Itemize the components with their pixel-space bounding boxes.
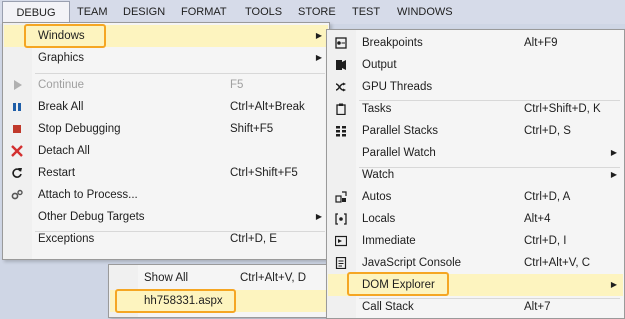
- locals-icon: [335, 213, 347, 225]
- win-item-locals[interactable]: Locals Alt+4: [328, 208, 623, 230]
- menu-team[interactable]: TEAM: [77, 0, 108, 24]
- callout-dom-explorer: [347, 272, 449, 296]
- win-item-gpu-threads[interactable]: GPU Threads: [328, 76, 623, 98]
- menu-test[interactable]: TEST: [352, 0, 380, 24]
- win-item-breakpoints[interactable]: Breakpoints Alt+F9: [328, 32, 623, 54]
- menu-store[interactable]: STORE: [298, 0, 336, 24]
- debug-item-continue[interactable]: Continue F5: [4, 74, 328, 96]
- win-item-parallel-watch-label: Parallel Watch: [362, 147, 436, 159]
- win-item-tasks[interactable]: Tasks Ctrl+Shift+D, K: [328, 98, 623, 120]
- menu-bar: DEBUG TEAM DESIGN FORMAT TOOLS STORE TES…: [0, 0, 625, 24]
- dom-item-show-all-label: Show All: [144, 272, 189, 284]
- parallel-stacks-icon: [336, 126, 346, 137]
- win-item-breakpoints-shortcut: Alt+F9: [524, 37, 558, 49]
- output-icon: [336, 60, 346, 70]
- debug-item-stop-debugging[interactable]: Stop Debugging Shift+F5: [4, 118, 328, 140]
- win-item-javascript-console-label: JavaScript Console: [362, 257, 462, 269]
- debug-item-continue-label: Continue: [38, 79, 85, 91]
- debug-item-graphics[interactable]: Graphics ▶: [4, 47, 328, 69]
- debug-item-restart-label: Restart: [38, 167, 76, 179]
- breakpoints-icon: [335, 37, 347, 49]
- win-item-parallel-stacks[interactable]: Parallel Stacks Ctrl+D, S: [328, 120, 623, 142]
- debug-item-break-all[interactable]: Break All Ctrl+Alt+Break: [4, 96, 328, 118]
- debug-item-exceptions-shortcut: Ctrl+D, E: [230, 233, 277, 245]
- win-item-gpu-threads-label: GPU Threads: [362, 81, 433, 93]
- debug-item-break-all-shortcut: Ctrl+Alt+Break: [230, 101, 305, 113]
- debug-item-graphics-label: Graphics: [38, 52, 85, 64]
- win-item-immediate-label: Immediate: [362, 235, 416, 247]
- win-item-immediate[interactable]: Immediate Ctrl+D, I: [328, 230, 623, 252]
- debug-item-stop-debugging-shortcut: Shift+F5: [230, 123, 274, 135]
- debug-item-exceptions-label: Exceptions: [38, 233, 95, 245]
- win-item-autos-shortcut: Ctrl+D, A: [524, 191, 571, 203]
- stop-icon: [13, 125, 21, 133]
- win-item-locals-shortcut: Alt+4: [524, 213, 551, 225]
- debug-item-other-debug-targets[interactable]: Other Debug Targets ▶: [4, 206, 328, 228]
- submenu-arrow-icon: ▶: [610, 280, 617, 289]
- win-item-call-stack-shortcut: Alt+7: [524, 301, 551, 313]
- debug-item-other-debug-targets-label: Other Debug Targets: [38, 211, 145, 223]
- submenu-arrow-icon: ▶: [315, 212, 322, 221]
- win-item-tasks-label: Tasks: [362, 103, 392, 115]
- menu-debug[interactable]: DEBUG: [2, 1, 70, 24]
- win-item-watch[interactable]: Watch ▶: [328, 164, 623, 186]
- submenu-arrow-icon: ▶: [315, 31, 322, 40]
- win-item-autos[interactable]: Autos Ctrl+D, A: [328, 186, 623, 208]
- win-item-parallel-stacks-shortcut: Ctrl+D, S: [524, 125, 571, 137]
- submenu-arrow-icon: ▶: [610, 148, 617, 157]
- play-icon: [14, 80, 22, 90]
- win-item-parallel-stacks-label: Parallel Stacks: [362, 125, 439, 137]
- debug-item-stop-debugging-label: Stop Debugging: [38, 123, 121, 135]
- autos-icon: [335, 191, 347, 203]
- js-console-icon: [335, 257, 347, 269]
- menu-windows[interactable]: WINDOWS: [397, 0, 453, 24]
- gpu-threads-icon: [335, 82, 346, 92]
- win-item-locals-label: Locals: [362, 213, 396, 225]
- debug-item-break-all-label: Break All: [38, 101, 84, 113]
- debug-item-detach-all[interactable]: Detach All: [4, 140, 328, 162]
- debug-item-exceptions[interactable]: Exceptions Ctrl+D, E: [4, 228, 328, 250]
- debug-item-attach-to-process[interactable]: Attach to Process...: [4, 184, 328, 206]
- submenu-arrow-icon: ▶: [610, 170, 617, 179]
- callout-windows: [24, 24, 106, 48]
- callout-hh758331: [115, 289, 236, 313]
- dom-item-show-all[interactable]: Show All Ctrl+Alt+V, D: [110, 267, 330, 289]
- win-item-immediate-shortcut: Ctrl+D, I: [524, 235, 567, 247]
- restart-icon: [12, 168, 22, 178]
- gears-icon: [11, 189, 23, 200]
- x-icon: [11, 145, 23, 157]
- submenu-arrow-icon: ▶: [315, 53, 322, 62]
- pause-icon: [13, 103, 21, 111]
- debug-item-detach-all-label: Detach All: [38, 145, 90, 157]
- win-item-javascript-console-shortcut: Ctrl+Alt+V, C: [524, 257, 591, 269]
- clipboard-icon: [336, 103, 346, 115]
- win-item-output-label: Output: [362, 59, 397, 71]
- debug-item-continue-shortcut: F5: [230, 79, 244, 91]
- win-item-breakpoints-label: Breakpoints: [362, 37, 423, 49]
- debug-item-attach-to-process-label: Attach to Process...: [38, 189, 138, 201]
- win-item-tasks-shortcut: Ctrl+Shift+D, K: [524, 103, 601, 115]
- debug-item-restart-shortcut: Ctrl+Shift+F5: [230, 167, 298, 179]
- menu-tools[interactable]: TOOLS: [245, 0, 282, 24]
- dom-item-show-all-shortcut: Ctrl+Alt+V, D: [240, 272, 307, 284]
- menu-design[interactable]: DESIGN: [123, 0, 165, 24]
- win-item-watch-label: Watch: [362, 169, 395, 181]
- debug-item-restart[interactable]: Restart Ctrl+Shift+F5: [4, 162, 328, 184]
- win-item-call-stack-label: Call Stack: [362, 301, 414, 313]
- menu-format[interactable]: FORMAT: [181, 0, 227, 24]
- immediate-icon: [335, 235, 347, 247]
- win-item-autos-label: Autos: [362, 191, 392, 203]
- win-item-call-stack[interactable]: Call Stack Alt+7: [328, 296, 623, 318]
- debug-dropdown: Windows ▶ Graphics ▶ Continue F5 Break A…: [2, 22, 330, 260]
- win-item-parallel-watch[interactable]: Parallel Watch ▶: [328, 142, 623, 164]
- win-item-javascript-console[interactable]: JavaScript Console Ctrl+Alt+V, C: [328, 252, 623, 274]
- win-item-output[interactable]: Output: [328, 54, 623, 76]
